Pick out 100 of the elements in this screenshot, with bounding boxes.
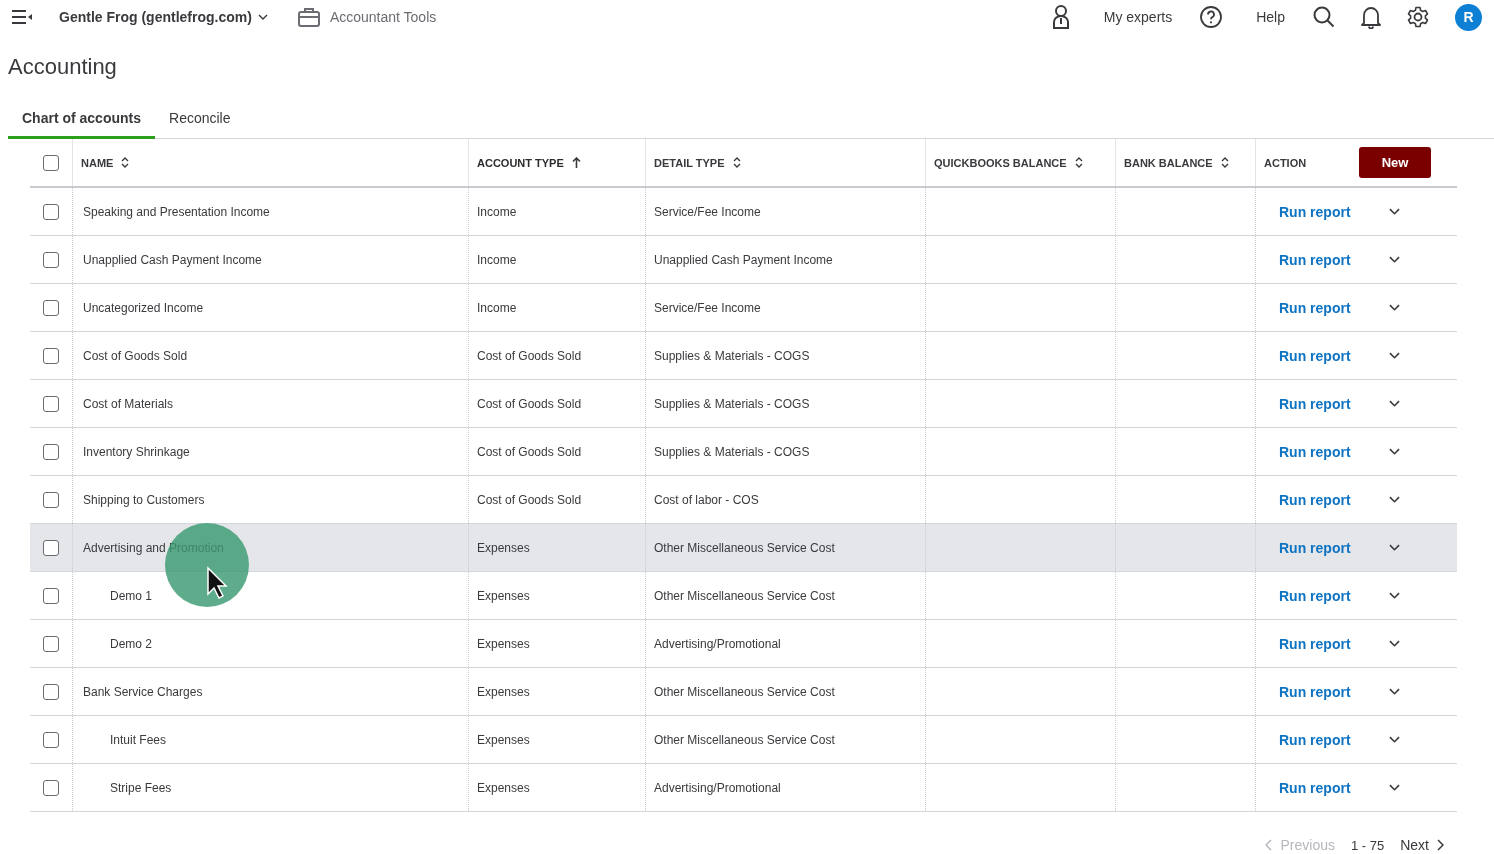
account-type: Expenses: [477, 540, 530, 555]
chevron-down-icon[interactable]: [1387, 783, 1401, 792]
notification-bell-icon[interactable]: [1361, 5, 1381, 29]
run-report-link[interactable]: Run report: [1279, 635, 1351, 652]
user-avatar[interactable]: R: [1455, 3, 1482, 31]
chevron-down-icon[interactable]: [1387, 207, 1401, 216]
account-type: Expenses: [477, 732, 530, 747]
account-name: Uncategorized Income: [82, 300, 204, 315]
chevron-down-icon[interactable]: [1387, 303, 1401, 312]
briefcase-icon: [297, 7, 320, 27]
column-header[interactable]: DETAIL TYPE: [654, 156, 725, 169]
my-experts-button[interactable]: My experts: [1051, 5, 1173, 29]
account-type: Cost of Goods Sold: [477, 396, 582, 411]
run-report-link[interactable]: Run report: [1279, 731, 1351, 748]
chevron-down-icon[interactable]: [1387, 639, 1401, 648]
sort-ascending-icon[interactable]: [571, 157, 581, 168]
detail-type: Service/Fee Income: [654, 300, 761, 315]
chevron-down-icon[interactable]: [1387, 591, 1401, 600]
chevron-right-icon: [1437, 839, 1444, 851]
accountant-tools-button[interactable]: Accountant Tools: [297, 7, 437, 27]
account-name: Inventory Shrinkage: [82, 444, 190, 459]
detail-type: Cost of labor - COS: [654, 492, 759, 507]
column-header[interactable]: ACTION: [1264, 156, 1307, 169]
checkbox[interactable]: [43, 491, 59, 508]
run-report-link[interactable]: Run report: [1279, 203, 1351, 220]
menu-icon[interactable]: [11, 10, 33, 24]
account-name: Speaking and Presentation Income: [82, 204, 270, 219]
account-name: Cost of Materials: [82, 396, 174, 411]
run-report-link[interactable]: Run report: [1279, 539, 1351, 556]
account-type: Expenses: [477, 588, 530, 603]
run-report-link[interactable]: Run report: [1279, 683, 1351, 700]
account-type: Income: [477, 300, 517, 315]
new-button[interactable]: New: [1359, 147, 1431, 178]
account-name: Stripe Fees: [109, 780, 172, 795]
column-header[interactable]: BANK BALANCE: [1124, 156, 1213, 169]
sort-icon[interactable]: [1074, 157, 1083, 168]
checkbox[interactable]: [43, 154, 59, 171]
checkbox[interactable]: [43, 683, 59, 700]
column-header[interactable]: QUICKBOOKS BALANCE: [934, 156, 1067, 169]
account-name: Demo 2: [109, 636, 153, 651]
detail-type: Other Miscellaneous Service Cost: [654, 684, 835, 699]
account-type: Income: [477, 204, 517, 219]
checkbox[interactable]: [43, 539, 59, 556]
account-name: Demo 1: [109, 588, 153, 603]
column-header[interactable]: ACCOUNT TYPE: [477, 156, 564, 169]
run-report-link[interactable]: Run report: [1279, 347, 1351, 364]
help-button[interactable]: Help: [1200, 6, 1285, 28]
checkbox[interactable]: [43, 779, 59, 796]
account-type: Expenses: [477, 780, 530, 795]
account-type: Expenses: [477, 636, 530, 651]
checkbox[interactable]: [43, 203, 59, 220]
chevron-down-icon[interactable]: [1387, 543, 1401, 552]
detail-type: Unapplied Cash Payment Income: [654, 252, 833, 267]
settings-icon[interactable]: [1407, 6, 1429, 28]
chevron-down-icon[interactable]: [1387, 351, 1401, 360]
help-icon: [1200, 6, 1223, 28]
next-button[interactable]: Next: [1400, 837, 1444, 853]
checkbox[interactable]: [43, 635, 59, 652]
checkbox[interactable]: [43, 251, 59, 268]
detail-type: Supplies & Materials - COGS: [654, 444, 810, 459]
run-report-link[interactable]: Run report: [1279, 299, 1351, 316]
detail-type: Service/Fee Income: [654, 204, 761, 219]
checkbox[interactable]: [43, 395, 59, 412]
run-report-link[interactable]: Run report: [1279, 395, 1351, 412]
detail-type: Advertising/Promotional: [654, 636, 781, 651]
checkbox[interactable]: [43, 299, 59, 316]
account-name: Cost of Goods Sold: [82, 348, 188, 363]
sort-icon[interactable]: [1220, 157, 1229, 168]
chevron-down-icon[interactable]: [1387, 255, 1401, 264]
account-name: Intuit Fees: [109, 732, 167, 747]
company-switcher[interactable]: Gentle Frog (gentlefrog.com): [59, 9, 268, 25]
account-name: Shipping to Customers: [82, 492, 205, 507]
chevron-down-icon[interactable]: [1387, 495, 1401, 504]
detail-type: Advertising/Promotional: [654, 780, 781, 795]
tab[interactable]: Chart of accounts: [8, 100, 155, 139]
checkbox[interactable]: [43, 731, 59, 748]
tab[interactable]: Reconcile: [155, 100, 245, 139]
chevron-down-icon[interactable]: [1387, 687, 1401, 696]
sort-icon[interactable]: [121, 157, 130, 168]
chevron-down-icon[interactable]: [257, 13, 268, 21]
sort-icon[interactable]: [732, 157, 741, 168]
column-header[interactable]: NAME: [81, 156, 114, 169]
chevron-down-icon[interactable]: [1387, 735, 1401, 744]
checkbox[interactable]: [43, 443, 59, 460]
run-report-link[interactable]: Run report: [1279, 443, 1351, 460]
account-type: Cost of Goods Sold: [477, 348, 582, 363]
checkbox[interactable]: [43, 347, 59, 364]
run-report-link[interactable]: Run report: [1279, 251, 1351, 268]
detail-type: Supplies & Materials - COGS: [654, 396, 810, 411]
run-report-link[interactable]: Run report: [1279, 491, 1351, 508]
run-report-link[interactable]: Run report: [1279, 587, 1351, 604]
search-icon[interactable]: [1313, 6, 1335, 28]
run-report-link[interactable]: Run report: [1279, 779, 1351, 796]
page-title: Accounting: [8, 54, 118, 81]
chevron-down-icon[interactable]: [1387, 399, 1401, 408]
account-type: Income: [477, 252, 517, 267]
checkbox[interactable]: [43, 587, 59, 604]
chevron-down-icon[interactable]: [1387, 447, 1401, 456]
detail-type: Other Miscellaneous Service Cost: [654, 588, 835, 603]
account-name: Unapplied Cash Payment Income: [82, 252, 262, 267]
